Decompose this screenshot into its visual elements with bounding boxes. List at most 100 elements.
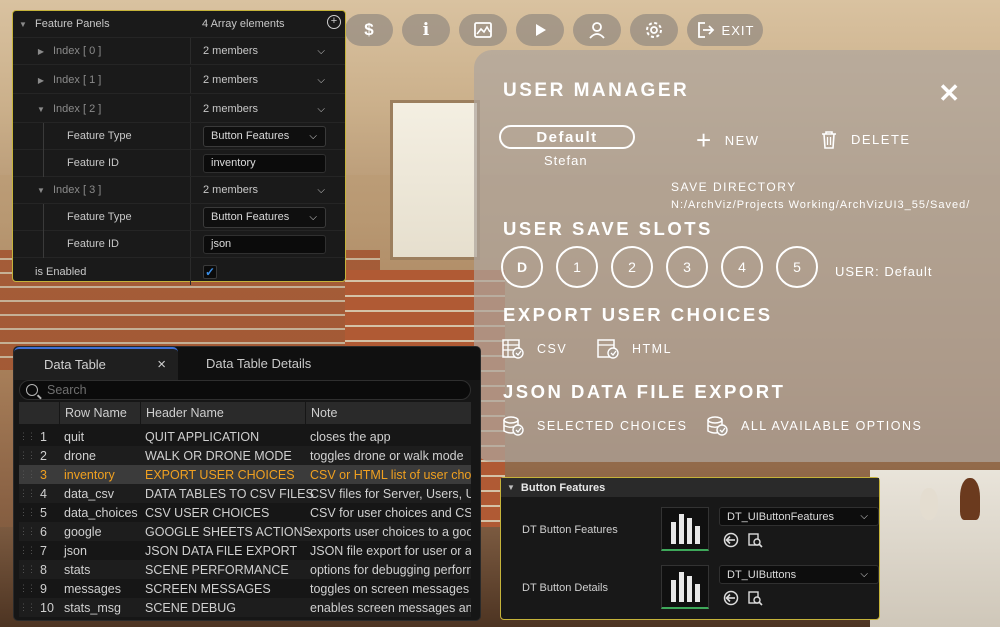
table-row[interactable]: ⋮⋮ 2 drone WALK OR DRONE MODE toggles drone …: [19, 446, 471, 465]
use-selected-asset-icon[interactable]: [723, 590, 739, 606]
chevron-down-icon[interactable]: ⌵: [317, 185, 325, 196]
table-row[interactable]: ⋮⋮ 4 data_csv DATA TABLES TO CSV FILES CSV f…: [19, 484, 471, 503]
drag-handle-icon[interactable]: ⋮⋮: [19, 488, 36, 499]
export-selected-choices-button[interactable]: SELECTED CHOICES: [501, 415, 687, 437]
drag-handle-icon[interactable]: ⋮⋮: [19, 602, 36, 613]
table-row[interactable]: ⋮⋮ 7 json JSON DATA FILE EXPORT JSON file ex…: [19, 541, 471, 560]
search-icon: [26, 384, 38, 396]
table-row[interactable]: ⋮⋮ 9 messages SCREEN MESSAGES toggles on scr…: [19, 579, 471, 598]
feature-id-field[interactable]: json: [203, 234, 326, 254]
drag-handle-icon[interactable]: ⋮⋮: [19, 469, 36, 480]
row-number: 1: [40, 429, 47, 444]
add-element-icon[interactable]: +: [327, 15, 341, 29]
profile-user-name: Stefan: [544, 153, 588, 168]
dollar-icon: $: [364, 20, 374, 39]
database-export-icon: [707, 416, 728, 436]
exit-button[interactable]: EXIT: [687, 14, 763, 46]
gallery-button[interactable]: [459, 14, 507, 46]
row-note: JSON file export for user or all: [310, 543, 471, 558]
table-row[interactable]: ⋮⋮ 10 stats_msg SCENE DEBUG enables screen m…: [19, 598, 471, 617]
table-header: Row Name Header Name Note: [19, 402, 471, 424]
chevron-down-icon[interactable]: ⌵: [317, 46, 325, 57]
pricing-button[interactable]: $: [345, 14, 393, 46]
delete-profile-button[interactable]: DELETE: [821, 130, 911, 149]
index-1-row[interactable]: ▶ Index [ 1 ] 2 members ⌵: [13, 67, 345, 94]
export-csv-button[interactable]: CSV: [501, 338, 567, 360]
index-2-value: 2 members: [203, 103, 259, 115]
feature-type-dropdown[interactable]: Button Features ⌵: [203, 125, 326, 147]
tab-data-table-details[interactable]: Data Table Details: [178, 347, 311, 380]
browse-asset-icon[interactable]: [747, 532, 763, 548]
row-name: drone: [64, 448, 96, 463]
save-slot-default[interactable]: D: [501, 246, 543, 288]
data-table-thumbnail-icon[interactable]: [661, 565, 709, 609]
is-enabled-checkbox[interactable]: ✓: [203, 264, 217, 279]
index-1-label: Index [ 1 ]: [53, 74, 102, 86]
index-2-row[interactable]: ▼ Index [ 2 ] 2 members ⌵: [13, 96, 345, 123]
new-profile-button[interactable]: + NEW: [696, 127, 760, 153]
row-number: 4: [40, 486, 47, 501]
export-all-options-button[interactable]: ALL AVAILABLE OPTIONS: [705, 415, 922, 437]
chevron-down-icon[interactable]: ⌵: [317, 75, 325, 86]
feature-type-dropdown[interactable]: Button Features ⌵: [203, 206, 326, 228]
save-slots-title: USER SAVE SLOTS: [503, 218, 713, 239]
play-icon: [536, 24, 546, 36]
exit-label: EXIT: [721, 22, 755, 38]
chevron-down-icon[interactable]: ⌵: [317, 104, 325, 115]
index-1-value: 2 members: [203, 74, 259, 86]
save-slot-4[interactable]: 4: [721, 246, 763, 288]
expand-arrow-icon[interactable]: ▶: [35, 47, 47, 56]
row-number: 7: [40, 543, 47, 558]
dt-button-details-value: DT_UIButtons: [727, 568, 797, 581]
header-row-name[interactable]: Row Name: [60, 402, 141, 424]
save-slot-1[interactable]: 1: [556, 246, 598, 288]
close-icon[interactable]: ✕: [938, 78, 960, 109]
table-row[interactable]: ⋮⋮ 8 stats SCENE PERFORMANCE options for deb…: [19, 560, 471, 579]
profile-default-button[interactable]: Default: [499, 125, 635, 149]
index-0-row[interactable]: ▶ Index [ 0 ] 2 members ⌵: [13, 38, 345, 65]
info-button[interactable]: i: [402, 14, 450, 46]
save-slot-5[interactable]: 5: [776, 246, 818, 288]
export-html-button[interactable]: HTML: [596, 338, 672, 360]
data-table-thumbnail-icon[interactable]: [661, 507, 709, 551]
table-row-selected[interactable]: ⋮⋮ 3 inventory EXPORT USER CHOICES CSV or HT…: [19, 465, 471, 484]
search-field[interactable]: Search: [19, 380, 471, 400]
header-header-name[interactable]: Header Name: [141, 402, 306, 424]
drag-handle-icon[interactable]: ⋮⋮: [19, 507, 36, 518]
save-slot-3[interactable]: 3: [666, 246, 708, 288]
row-name: data_choices: [64, 505, 138, 520]
button-features-header[interactable]: ▼ Button Features: [501, 478, 879, 497]
table-row[interactable]: ⋮⋮ 5 data_choices CSV USER CHOICES CSV for u…: [19, 503, 471, 522]
collapse-arrow-icon[interactable]: ▼: [35, 105, 47, 114]
drag-handle-icon[interactable]: ⋮⋮: [19, 564, 36, 575]
button-features-panel: ▼ Button Features DT Button Features DT_…: [500, 477, 880, 620]
dt-button-details-dropdown[interactable]: DT_UIButtons ⌵: [719, 565, 879, 584]
drag-handle-icon[interactable]: ⋮⋮: [19, 450, 36, 461]
header-note[interactable]: Note: [306, 402, 471, 424]
row-header-name: SCREEN MESSAGES: [145, 581, 271, 596]
close-icon[interactable]: ×: [157, 356, 166, 373]
use-selected-asset-icon[interactable]: [723, 532, 739, 548]
table-row[interactable]: ⋮⋮ 1 quit QUIT APPLICATION closes the app: [19, 427, 471, 446]
index-3-row[interactable]: ▼ Index [ 3 ] 2 members ⌵: [13, 177, 345, 204]
drag-handle-icon[interactable]: ⋮⋮: [19, 583, 36, 594]
button-features-title: Button Features: [520, 481, 606, 494]
collapse-arrow-icon[interactable]: ▼: [35, 186, 47, 195]
play-button[interactable]: [516, 14, 564, 46]
user-button[interactable]: [573, 14, 621, 46]
drag-handle-icon[interactable]: ⋮⋮: [19, 526, 36, 537]
expand-arrow-icon[interactable]: ▶: [35, 76, 47, 85]
dt-button-features-dropdown[interactable]: DT_UIButtonFeatures ⌵: [719, 507, 879, 526]
feature-panels-row[interactable]: ▼ Feature Panels 4 Array elements +: [13, 11, 345, 38]
tab-data-table[interactable]: Data Table ×: [14, 347, 178, 380]
row-note: CSV or HTML list of user choic: [310, 467, 471, 482]
save-slot-2[interactable]: 2: [611, 246, 653, 288]
collapse-arrow-icon[interactable]: ▼: [17, 20, 29, 29]
drag-handle-icon[interactable]: ⋮⋮: [19, 431, 36, 442]
table-row[interactable]: ⋮⋮ 6 google GOOGLE SHEETS ACTIONS exports us…: [19, 522, 471, 541]
browse-asset-icon[interactable]: [747, 590, 763, 606]
feature-id-field[interactable]: inventory: [203, 153, 326, 173]
drag-handle-icon[interactable]: ⋮⋮: [19, 545, 36, 556]
settings-button[interactable]: [630, 14, 678, 46]
collapse-arrow-icon[interactable]: ▼: [507, 483, 515, 492]
